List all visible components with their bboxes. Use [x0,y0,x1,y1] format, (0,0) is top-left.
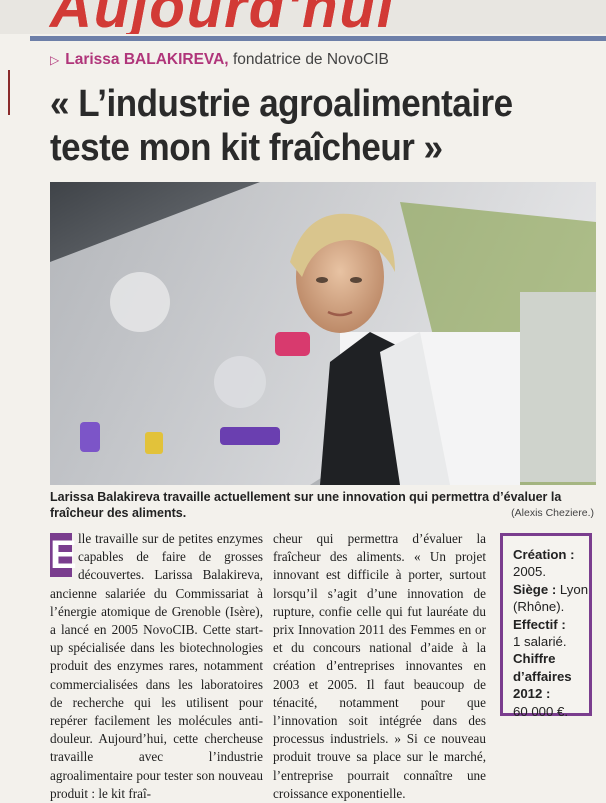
headline-line-1: « L’industrie agroalimentaire [50,83,513,125]
creation-label: Création : [513,547,575,562]
effectif-value: 1 salarié. [513,634,567,650]
article-col2-text: cheur qui permettra d’évaluer la fraîche… [273,531,486,801]
byline-surname: BALAKIREVA, [123,51,229,68]
creation-value: 2005. [513,564,547,580]
byline-first-name: Larissa [65,51,120,68]
chiffre-affaires-label: Chiffre d’affaires 2012 : [513,651,572,702]
company-facts-box: Création : 2005. Siège : Lyon (Rhône). E… [500,533,592,719]
siege-line: Siège : Lyon (Rhône). [513,582,588,614]
article-column-1: Elle travaille sur de petites enzymes ca… [50,530,263,803]
byline-marker-icon: ▷ [50,53,60,67]
byline: ▷ Larissa BALAKIREVA, fondatrice de NovoC… [50,51,389,69]
page-binding-mark [8,70,10,115]
masthead-title: Aujourd'hui [50,0,396,34]
article-column-2: cheur qui permettra d’évaluer la fraîche… [273,530,486,803]
headline-line-2: teste mon kit fraîcheur » [50,127,443,169]
effectif-label: Effectif : [513,616,566,632]
masthead-rule [30,36,606,41]
byline-role: fondatrice de NovoCIB [232,51,389,68]
siege-label: Siège : [513,581,557,597]
article-photo [50,182,596,485]
article-col1-text: lle travaille sur de petites enzymes cap… [50,531,263,801]
article-headline: « L’industrie agroalimentaire teste mon … [50,82,528,170]
lab-portrait-image [50,182,596,485]
chiffre-affaires-value: 60 000 €. [513,703,568,719]
drop-cap: E [50,533,77,577]
photo-credit: (Alexis Cheziere.) [511,507,594,519]
newspaper-masthead: Aujourd'hui [0,0,606,34]
